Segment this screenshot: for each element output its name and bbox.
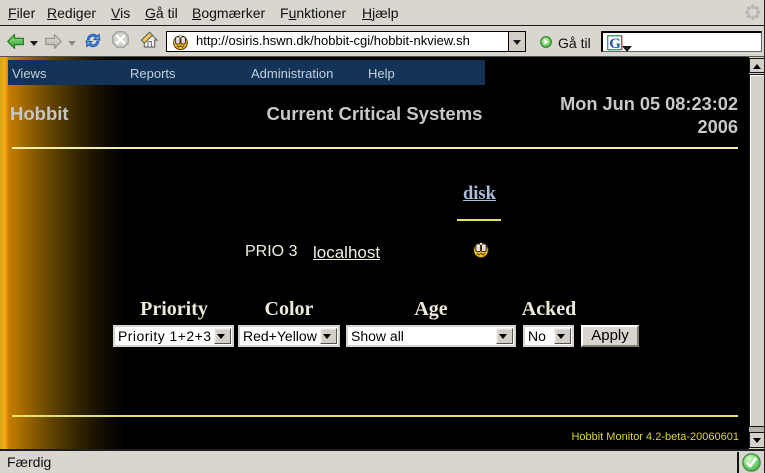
svg-text:G: G (609, 36, 621, 51)
